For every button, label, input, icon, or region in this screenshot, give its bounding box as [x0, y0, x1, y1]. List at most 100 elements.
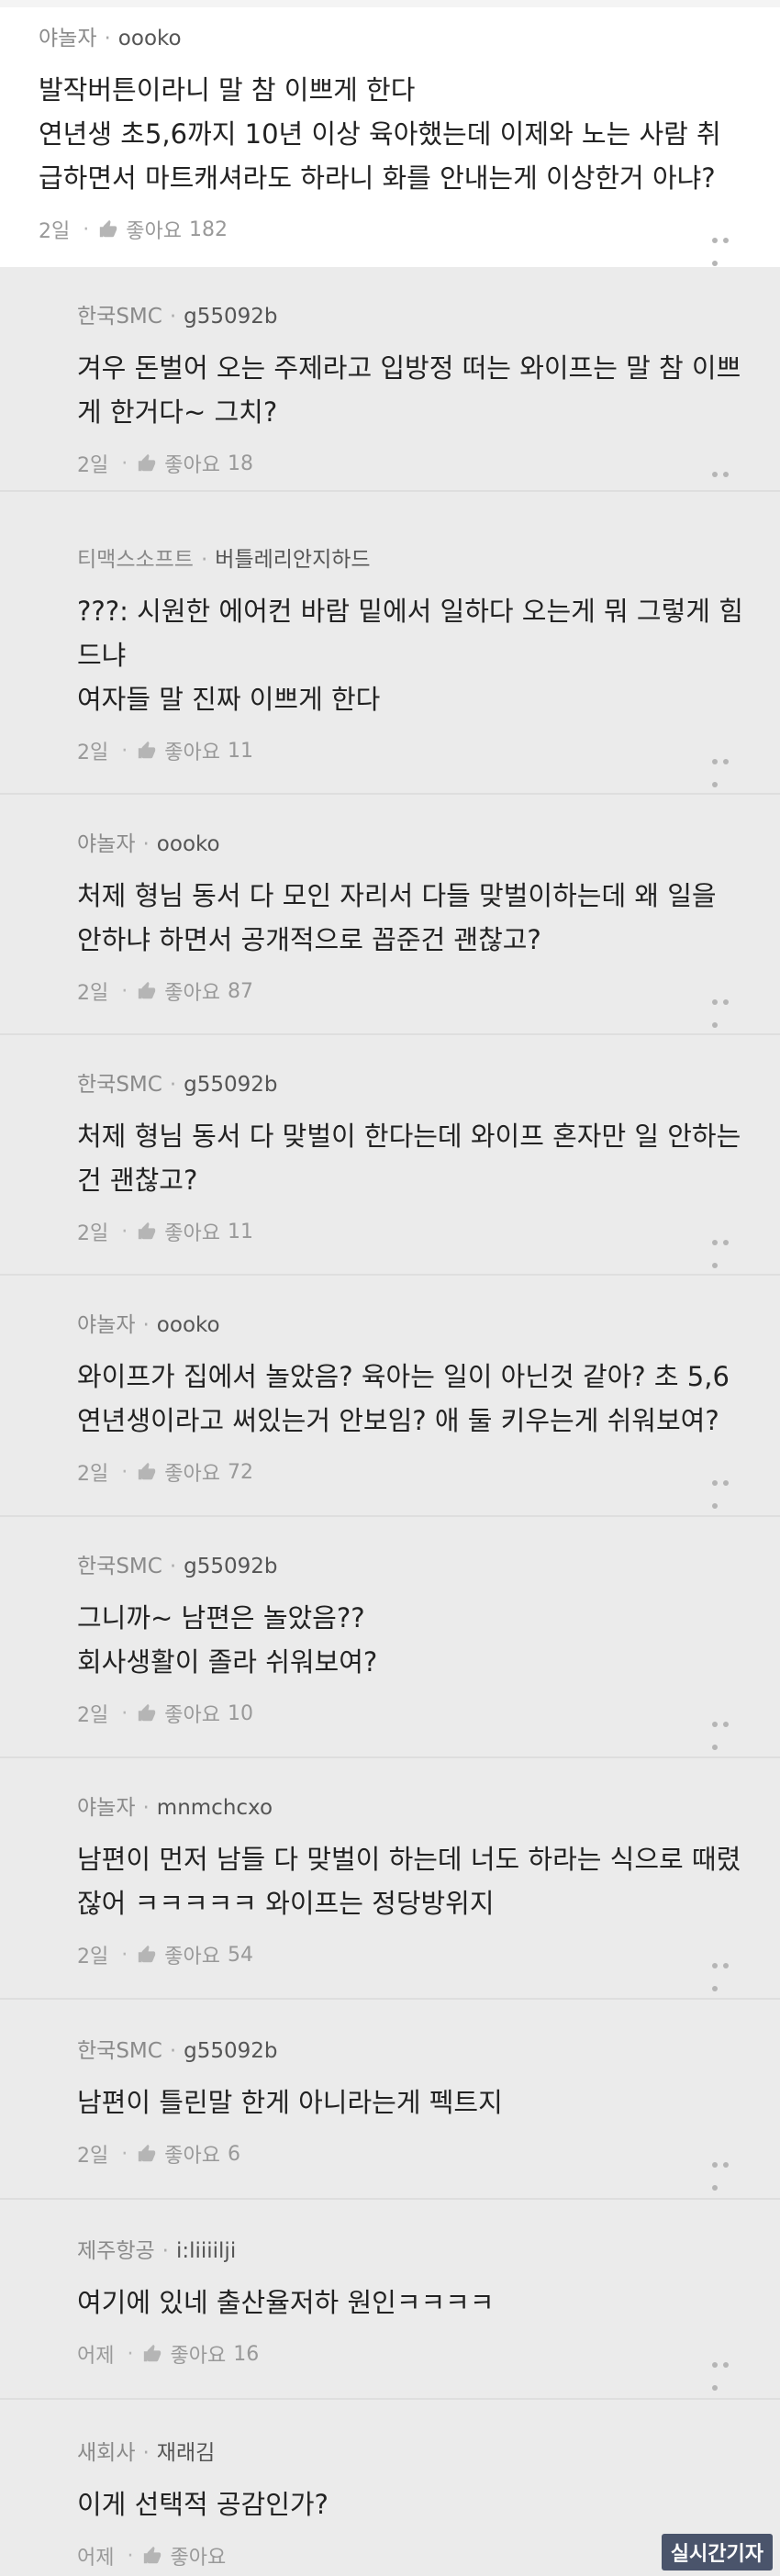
comment-time: 2일	[77, 1946, 109, 1968]
like-label[interactable]: 좋아요	[126, 220, 182, 243]
comment-meta: 야놀자 · oooko	[77, 826, 780, 857]
comment-body: 발작버튼이라니 말 참 이쁘게 한다 연년생 초5,6까지 10년 이상 육아했…	[39, 74, 721, 194]
like-label[interactable]: 좋아요	[164, 1222, 220, 1245]
meta-separator: ·	[104, 27, 111, 50]
more-horizontal-icon[interactable]	[712, 460, 743, 500]
like-label[interactable]: 좋아요	[164, 982, 220, 1005]
user-name[interactable]: oooko	[157, 832, 220, 856]
user-name[interactable]: g55092b	[184, 305, 277, 329]
more-horizontal-icon[interactable]	[712, 747, 743, 787]
comment-body: 처제 형님 동서 다 모인 자리서 다들 맞벌이하는데 왜 일을 안하냐 하면서…	[77, 880, 717, 955]
comment-time: 2일	[77, 1463, 109, 1486]
footer-separator: ·	[121, 2142, 128, 2166]
meta-separator: ·	[162, 2239, 169, 2263]
user-name[interactable]: 재래김	[157, 2441, 215, 2465]
comment-footer: 2일 · 좋아요 182	[39, 215, 780, 266]
more-horizontal-icon[interactable]	[712, 1710, 743, 1750]
reply-item: 티맥스소프트 · 버틀레리안지하드 ???: 시원한 에어컨 바람 밑에서 일하다 …	[0, 492, 780, 795]
company-name[interactable]: 한국SMC	[77, 2039, 162, 2063]
more-horizontal-icon[interactable]	[712, 226, 743, 266]
comment-footer: 2일 · 좋아요 87	[77, 976, 780, 1028]
like-label[interactable]: 좋아요	[164, 1463, 220, 1486]
more-horizontal-icon[interactable]	[712, 2150, 743, 2191]
user-name[interactable]: i:liiiilji	[176, 2239, 236, 2263]
like-label[interactable]: 좋아요	[164, 2145, 220, 2168]
comment-body: 여기에 있네 출산율저하 원인ㅋㅋㅋㅋ	[77, 2287, 495, 2318]
thumbs-up-icon[interactable]	[137, 1221, 157, 1242]
more-horizontal-icon[interactable]	[712, 2350, 743, 2391]
comment-meta: 한국SMC · g55092b	[77, 298, 780, 329]
thumbs-up-icon[interactable]	[137, 1945, 157, 1965]
meta-separator: ·	[169, 1073, 177, 1097]
comment-body: 남편이 틀린말 한게 아니라는게 펙트지	[77, 2087, 503, 2118]
footer-separator: ·	[121, 1460, 128, 1484]
company-name[interactable]: 야놀자	[77, 1796, 135, 1820]
like-label[interactable]: 좋아요	[164, 1704, 220, 1727]
comment-meta: 한국SMC · g55092b	[77, 1548, 780, 1579]
company-name[interactable]: 한국SMC	[77, 305, 162, 329]
comment-meta: 한국SMC · g55092b	[77, 1066, 780, 1098]
user-name[interactable]: g55092b	[184, 1073, 277, 1097]
comment-footer: 2일 · 좋아요 6	[77, 2139, 780, 2191]
meta-separator: ·	[169, 2039, 177, 2063]
comment-time: 2일	[77, 2145, 109, 2168]
reply-item: 한국SMC · g55092b 처제 형님 동서 다 맞벌이 한다는데 와이프 혼자…	[0, 1035, 780, 1276]
reply-item: 야놀자 · oooko 와이프가 집에서 놀았음? 육아는 일이 아닌것 같아? 초…	[0, 1276, 780, 1517]
reply-item: 제주항공 · i:liiiilji 여기에 있네 출산율저하 원인ㅋㅋㅋㅋ 어제 · 좋…	[0, 2200, 780, 2400]
meta-separator: ·	[169, 1555, 177, 1578]
more-horizontal-icon[interactable]	[712, 1468, 743, 1509]
comment-time: 2일	[77, 454, 109, 477]
user-name[interactable]: oooko	[118, 27, 182, 50]
more-horizontal-icon[interactable]	[712, 987, 743, 1028]
like-label[interactable]: 좋아요	[164, 454, 220, 477]
thumbs-up-icon[interactable]	[137, 2144, 157, 2164]
footer-separator: ·	[83, 217, 90, 241]
reply-item: 야놀자 · mnmchcxo 남편이 먼저 남들 다 맞벌이 하는데 너도 하라는 …	[0, 1758, 780, 2000]
company-name[interactable]: 한국SMC	[77, 1555, 162, 1578]
meta-separator: ·	[169, 305, 177, 329]
like-count: 11	[227, 739, 253, 763]
thumbs-up-icon[interactable]	[137, 1703, 157, 1723]
company-name[interactable]: 티맥스소프트	[77, 548, 194, 572]
like-label[interactable]: 좋아요	[164, 742, 220, 764]
comment-meta: 제주항공 · i:liiiilji	[77, 2233, 780, 2264]
company-name[interactable]: 새회사	[77, 2441, 135, 2465]
company-name[interactable]: 야놀자	[39, 27, 96, 50]
more-horizontal-icon[interactable]	[712, 1228, 743, 1268]
like-label[interactable]: 좋아요	[164, 1946, 220, 1968]
reply-item: 한국SMC · g55092b 그니까~ 남편은 놀았음?? 회사생활이 졸라 쉬워…	[0, 1517, 780, 1758]
comment-meta: 한국SMC · g55092b	[77, 2033, 780, 2064]
user-name[interactable]: g55092b	[184, 2039, 277, 2063]
reply-item: 야놀자 · oooko 처제 형님 동서 다 모인 자리서 다들 맞벌이하는데 왜 …	[0, 795, 780, 1035]
company-name[interactable]: 제주항공	[77, 2239, 155, 2263]
comment-footer: 2일 · 좋아요 11	[77, 1217, 780, 1268]
user-name[interactable]: mnmchcxo	[157, 1796, 273, 1820]
company-name[interactable]: 야놀자	[77, 832, 135, 856]
user-name[interactable]: 버틀레리안지하드	[215, 548, 370, 572]
thumbs-up-icon[interactable]	[137, 453, 157, 474]
company-name[interactable]: 한국SMC	[77, 1073, 162, 1097]
thumbs-up-icon[interactable]	[137, 1462, 157, 1482]
comment-time: 2일	[77, 982, 109, 1005]
more-horizontal-icon[interactable]	[712, 1951, 743, 1991]
comment-footer: 2일 · 좋아요 18	[77, 449, 780, 500]
like-label[interactable]: 좋아요	[170, 2547, 226, 2570]
comment-body: 처제 형님 동서 다 맞벌이 한다는데 와이프 혼자만 일 안하는건 괜찮고?	[77, 1121, 741, 1196]
thumbs-up-icon[interactable]	[137, 981, 157, 1001]
comment-footer: 2일 · 좋아요 10	[77, 1699, 780, 1750]
comment-time: 2일	[77, 1704, 109, 1727]
meta-separator: ·	[142, 1313, 150, 1337]
company-name[interactable]: 야놀자	[77, 1313, 135, 1337]
like-count: 182	[188, 217, 228, 241]
like-count: 16	[233, 2342, 260, 2366]
user-name[interactable]: oooko	[157, 1313, 220, 1337]
thumbs-up-icon[interactable]	[142, 2546, 162, 2566]
thumbs-up-icon[interactable]	[137, 741, 157, 761]
meta-separator: ·	[142, 2441, 150, 2465]
like-label[interactable]: 좋아요	[170, 2345, 226, 2368]
comment-footer: 2일 · 좋아요 11	[77, 736, 780, 787]
thumbs-up-icon[interactable]	[98, 219, 118, 240]
thumbs-up-icon[interactable]	[142, 2344, 162, 2364]
user-name[interactable]: g55092b	[184, 1555, 277, 1578]
like-count: 54	[227, 1943, 253, 1967]
